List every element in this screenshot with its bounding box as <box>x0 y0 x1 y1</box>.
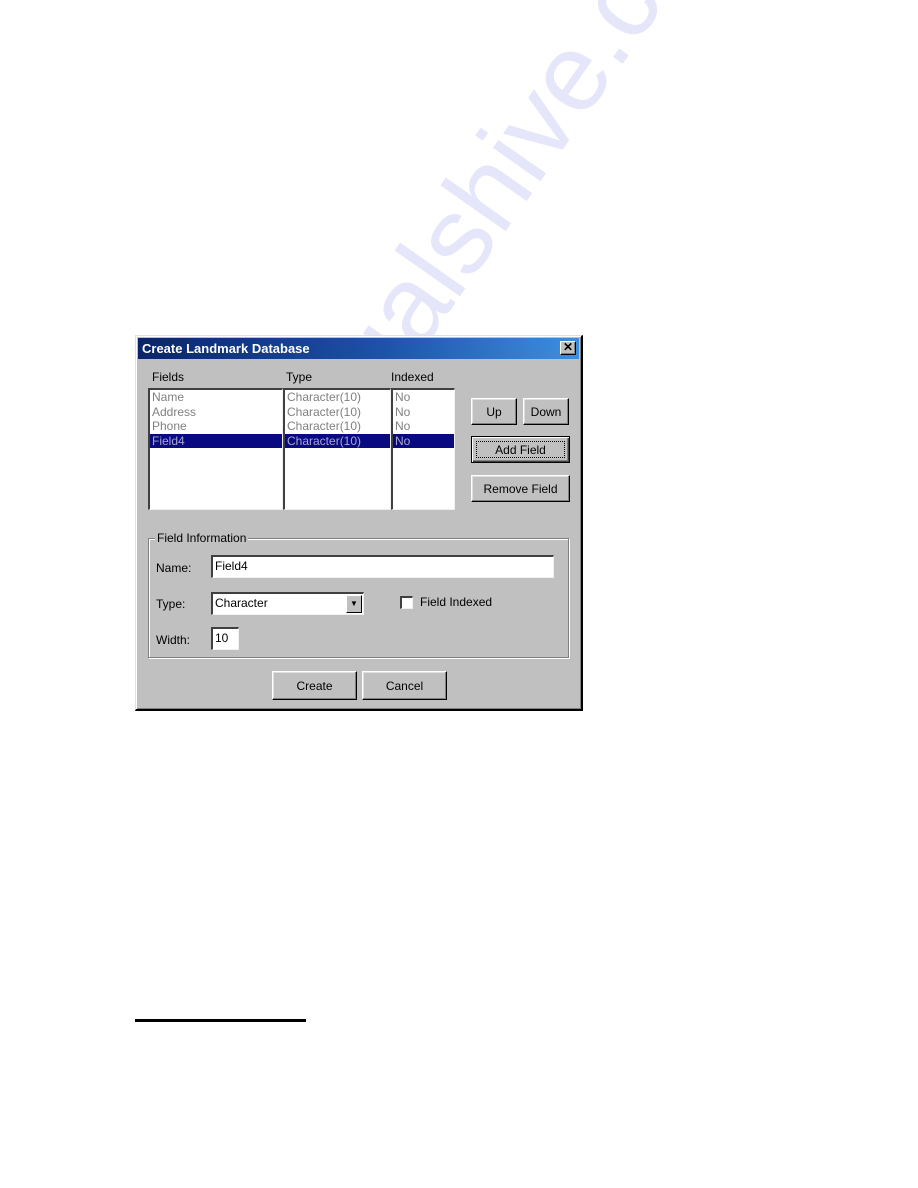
create-button[interactable]: Create <box>272 671 357 700</box>
width-label: Width: <box>156 633 191 647</box>
add-field-button[interactable]: Add Field <box>471 436 570 463</box>
list-item[interactable]: Character(10) <box>285 419 390 434</box>
type-select[interactable]: Character ▼ <box>211 592 364 615</box>
indexed-header: Indexed <box>391 370 434 384</box>
type-label: Type: <box>156 597 186 611</box>
up-button-label: Up <box>486 404 502 419</box>
type-select-value: Character <box>215 596 268 610</box>
list-item[interactable]: Name <box>150 390 282 405</box>
close-button[interactable]: ✕ <box>560 341 576 355</box>
type-header: Type <box>286 370 313 384</box>
group-title: Field Information <box>155 531 249 545</box>
list-item-selected[interactable]: Field4 <box>150 433 282 448</box>
fields-listbox[interactable]: Name Address Phone Field4 <box>148 388 283 510</box>
name-label: Name: <box>156 561 192 575</box>
list-item-selected[interactable]: No <box>393 433 454 448</box>
create-button-label: Create <box>296 678 333 693</box>
list-item[interactable]: No <box>393 419 454 434</box>
horizontal-rule <box>135 1019 306 1022</box>
field-indexed-checkbox[interactable] <box>400 596 413 609</box>
field-indexed-label[interactable]: Field Indexed <box>420 595 492 609</box>
name-input[interactable]: Field4 <box>211 555 554 578</box>
create-landmark-database-dialog: Create Landmark Database ✕ Fields Type I… <box>135 335 583 711</box>
chevron-down-icon[interactable]: ▼ <box>346 595 362 613</box>
close-icon: ✕ <box>562 340 574 354</box>
list-item[interactable]: Character(10) <box>285 390 390 405</box>
list-item[interactable]: No <box>393 405 454 420</box>
remove-field-button[interactable]: Remove Field <box>471 475 570 502</box>
list-item-selected[interactable]: Character(10) <box>285 433 390 448</box>
list-item[interactable]: Phone <box>150 419 282 434</box>
field-information-group: Field Information Name: Field4 Type: Cha… <box>148 531 569 658</box>
fields-header: Fields <box>152 370 185 384</box>
cancel-button-label: Cancel <box>385 678 424 693</box>
down-button[interactable]: Down <box>523 398 569 425</box>
remove-field-button-label: Remove Field <box>483 481 558 496</box>
list-item[interactable]: No <box>393 390 454 405</box>
indexed-listbox[interactable]: No No No No <box>391 388 455 510</box>
type-listbox[interactable]: Character(10) Character(10) Character(10… <box>283 388 391 510</box>
up-button[interactable]: Up <box>471 398 517 425</box>
list-item[interactable]: Address <box>150 405 282 420</box>
dialog-title: Create Landmark Database <box>142 341 310 356</box>
width-input[interactable]: 10 <box>211 627 239 650</box>
list-item[interactable]: Character(10) <box>285 405 390 420</box>
title-bar[interactable]: Create Landmark Database ✕ <box>138 338 579 359</box>
add-field-button-label: Add Field <box>495 442 546 457</box>
cancel-button[interactable]: Cancel <box>362 671 447 700</box>
down-button-label: Down <box>530 404 562 419</box>
